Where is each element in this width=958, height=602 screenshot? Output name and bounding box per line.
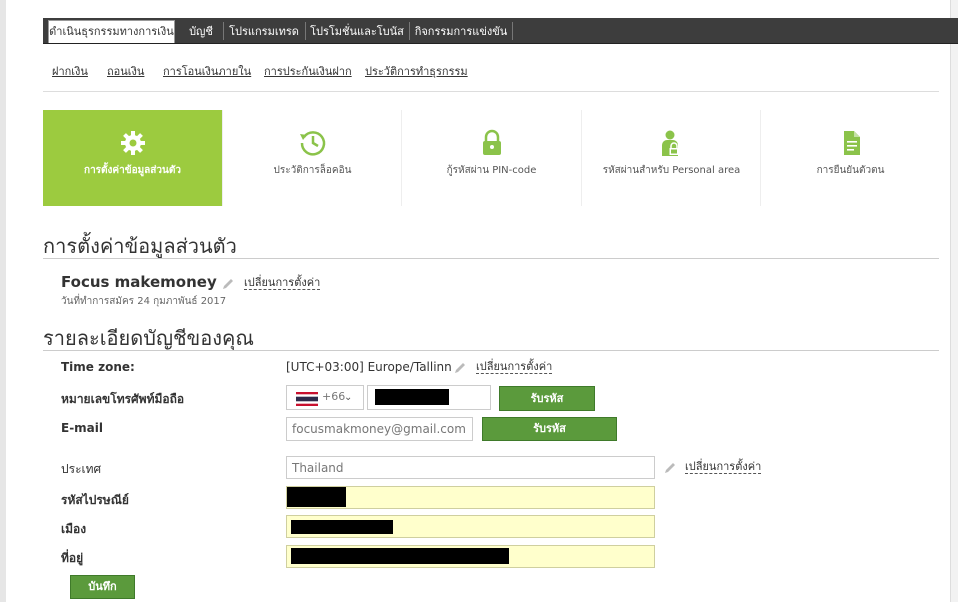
window-scrollbar[interactable] (950, 0, 958, 602)
tile-personal-area-password[interactable]: รหัสผ่านสำหรับ Personal area (582, 110, 761, 206)
postcode-label: รหัสไปรษณีย์ (61, 493, 129, 507)
tile-pin-recovery[interactable]: กู้รหัสผ่าน PIN-code (402, 110, 581, 206)
save-button[interactable]: บันทึก (70, 575, 135, 599)
get-phone-code-button[interactable]: รับรหัส (499, 386, 595, 411)
country-label: ประเทศ (61, 462, 102, 476)
tile-label: การตั้งค่าข้อมูลส่วนตัว (84, 165, 181, 176)
registration-date: วันที่ทำการสมัคร 24 กุมภาพันธ์ 2017 (61, 296, 227, 307)
country-field[interactable]: Thailand (286, 456, 655, 479)
phone-code: +66 (322, 390, 346, 403)
get-email-code-button[interactable]: รับรหัส (482, 417, 617, 441)
subnav-withdraw[interactable]: ถอนเงิน (107, 62, 144, 80)
tab-promotions-bonuses[interactable]: โปรโมชั่นและโบนัส (309, 21, 405, 42)
gear-icon (120, 131, 145, 155)
phone-country-code-select[interactable]: +66 ⌄ (286, 385, 364, 410)
chevron-down-icon: ⌄ (344, 392, 353, 403)
tile-personal-settings[interactable]: การตั้งค่าข้อมูลส่วนตัว (43, 110, 222, 206)
tile-label: รหัสผ่านสำหรับ Personal area (602, 165, 741, 176)
tile-label: กู้รหัสผ่าน PIN-code (446, 165, 537, 176)
clock-history-icon (299, 131, 325, 156)
tab-trading-platforms[interactable]: โปรแกรมเทรด (227, 21, 301, 42)
pencil-icon[interactable] (663, 461, 677, 475)
tab-divider (305, 22, 306, 40)
thailand-flag-icon (296, 392, 318, 406)
redacted-postcode (287, 487, 346, 507)
change-username-link[interactable]: เปลี่ยนการตั้งค่า (244, 276, 321, 290)
divider (43, 350, 939, 351)
user-lock-icon (661, 130, 678, 156)
tab-financial-operations[interactable]: ดำเนินธุรกรรมทางการเงิน (48, 20, 175, 43)
email-field[interactable]: focusmakmoney@gmail.com (286, 417, 473, 441)
tab-divider (409, 22, 410, 40)
divider (43, 258, 939, 259)
change-country-link[interactable]: เปลี่ยนการตั้งค่า (685, 460, 762, 474)
pencil-icon[interactable] (453, 361, 467, 375)
subnav-transaction-history[interactable]: ประวัติการทำธุรกรรม (365, 62, 468, 80)
timezone-label: Time zone: (61, 360, 135, 374)
city-label: เมือง (61, 522, 87, 536)
email-label: E-mail (61, 421, 104, 435)
settings-tiles: การตั้งค่าข้อมูลส่วนตัว ประวัติการล็อคอิ… (43, 110, 939, 206)
subnav-deposit[interactable]: ฝากเงิน (52, 62, 88, 80)
address-label: ที่อยู่ (61, 551, 84, 565)
tile-label: การยืนยันตัวตน (816, 165, 885, 176)
tab-divider (512, 22, 513, 40)
tab-competitions[interactable]: กิจกรรมการแข่งขัน (413, 21, 509, 42)
username: Focus makemoney (61, 273, 217, 291)
tab-divider (223, 22, 224, 40)
redacted-city (291, 520, 393, 534)
change-timezone-link[interactable]: เปลี่ยนการตั้งค่า (476, 360, 553, 374)
phone-label: หมายเลขโทรศัพท์มือถือ (61, 392, 185, 406)
lock-icon (482, 129, 501, 155)
redacted-phone (375, 389, 449, 405)
tile-login-history[interactable]: ประวัติการล็อคอิน (223, 110, 402, 206)
pencil-icon[interactable] (221, 277, 235, 291)
main-tab-bar: ดำเนินธุรกรรมทางการเงิน บัญชี โปรแกรมเทร… (43, 18, 958, 44)
timezone-value: [UTC+03:00] Europe/Tallinn (286, 360, 452, 374)
subnav-deposit-insurance[interactable]: การประกันเงินฝาก (264, 62, 352, 80)
divider (43, 91, 939, 92)
tile-label: ประวัติการล็อคอิน (273, 165, 352, 176)
window-left-edge (0, 0, 6, 602)
document-icon (843, 131, 860, 155)
redacted-address (291, 548, 509, 564)
subnav-internal-transfer[interactable]: การโอนเงินภายใน (163, 62, 251, 80)
tab-account[interactable]: บัญชี (182, 21, 220, 42)
tile-verification[interactable]: การยืนยันตัวตน (761, 110, 940, 206)
